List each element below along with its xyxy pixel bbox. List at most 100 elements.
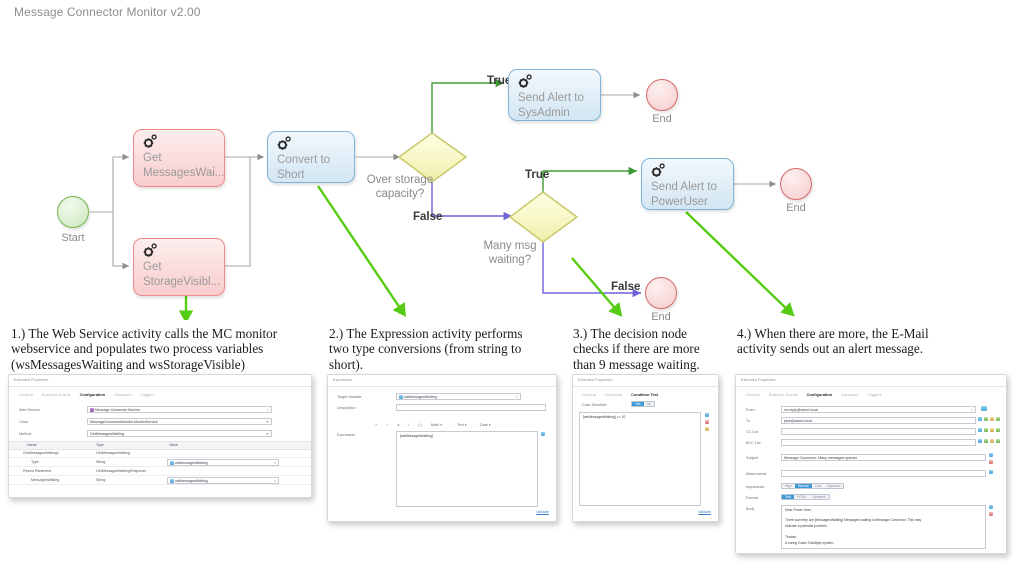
field-bcc-list[interactable] (781, 439, 976, 446)
user-picker-icon[interactable] (996, 439, 1000, 443)
node-convert-to-short[interactable]: Convert to Short (267, 131, 355, 183)
panel-web-service-properties[interactable]: Extended Properties General Business Eve… (8, 374, 312, 498)
tab-general[interactable]: General (582, 392, 596, 397)
address-book-icon[interactable] (984, 428, 988, 432)
tab-advanced[interactable]: Advanced (605, 392, 622, 397)
chevron-down-icon[interactable]: ▼ (266, 420, 269, 424)
expr-toolbar-minus[interactable]: − (386, 423, 388, 427)
panel-expression[interactable]: Expression Target Variable wsMessagesWai… (327, 374, 557, 522)
node-get-storage-visible[interactable]: Get StorageVisibl... (133, 238, 225, 296)
expr-toolbar-parens[interactable]: ( ) (418, 423, 421, 427)
function-picker-icon[interactable] (989, 460, 993, 464)
user-picker-icon[interactable] (996, 428, 1000, 432)
node-end-1[interactable] (646, 79, 678, 111)
function-picker-icon[interactable] (705, 420, 709, 424)
node-end-2[interactable] (780, 168, 812, 200)
case-sensitive-toggle[interactable]: Yes No (631, 401, 655, 407)
tab-business-events[interactable]: Business Events (769, 392, 798, 397)
body-textarea[interactable]: Dear Power User, There currently are [Me… (781, 505, 986, 549)
node-start[interactable] (57, 196, 89, 228)
variable-picker-icon[interactable] (989, 453, 993, 457)
panel1-tabs[interactable]: General Business Events Configuration Ad… (19, 392, 155, 397)
node-send-alert-poweruser[interactable]: Send Alert to PowerUser (641, 158, 734, 210)
expr-toolbar-divide[interactable]: / (408, 423, 409, 427)
clear-icon[interactable]: × (267, 408, 269, 412)
field-to[interactable]: jdoe@acme.local (781, 417, 976, 424)
format-toggle[interactable]: Text HTML Dynamic (781, 494, 830, 500)
field-target-variable[interactable]: wsMessagesWaiting × (396, 393, 521, 400)
format-dynamic[interactable]: Dynamic (809, 495, 829, 499)
field-attachments[interactable] (781, 470, 986, 477)
format-html[interactable]: HTML (794, 495, 810, 499)
cell-value-input[interactable]: wsMessagesWaiting × (167, 477, 279, 484)
clear-icon[interactable]: × (516, 395, 518, 399)
table-row[interactable] (9, 467, 311, 476)
expr-toolbar-plus[interactable]: + (375, 423, 377, 427)
chevron-down-icon[interactable]: ▼ (266, 432, 269, 436)
address-book-icon[interactable] (981, 406, 987, 411)
node-send-alert-sysadmin[interactable]: Send Alert to SysAdmin (508, 69, 601, 121)
clear-icon[interactable]: × (274, 461, 276, 465)
expression-textarea[interactable]: [wsMessagesWaiting] (396, 431, 538, 507)
node-end-3[interactable] (645, 277, 677, 309)
clear-icon[interactable]: × (274, 479, 276, 483)
validate-link[interactable]: Validate (536, 510, 549, 514)
format-text[interactable]: Text (782, 495, 795, 499)
field-value: MessageConnectorMonitor.MonitorService (90, 420, 158, 425)
list-picker-icon[interactable] (705, 427, 709, 431)
clear-icon[interactable]: × (971, 408, 973, 412)
toggle-yes[interactable]: Yes (632, 402, 644, 406)
expr-toolbar-math[interactable]: Math ▾ (431, 423, 442, 427)
validate-link[interactable]: Validate (698, 510, 711, 514)
group-picker-icon[interactable] (990, 428, 994, 432)
tab-general[interactable]: General (19, 392, 33, 397)
importance-normal[interactable]: Normal (794, 484, 812, 488)
panel-email-properties[interactable]: Extended Properties General Business Eve… (735, 374, 1007, 554)
group-picker-icon[interactable] (990, 439, 994, 443)
address-book-icon[interactable] (984, 439, 988, 443)
field-description[interactable] (396, 404, 546, 411)
importance-dynamic[interactable]: Dynamic (824, 484, 844, 488)
tab-general[interactable]: General (746, 392, 760, 397)
field-subject[interactable]: Message Connector: Many messages queued (781, 454, 986, 461)
panel-condition-text[interactable]: Extended Properties General Advanced Con… (572, 374, 719, 522)
tab-triggers[interactable]: Triggers (867, 392, 881, 397)
variable-picker-icon[interactable] (978, 428, 982, 432)
field-class[interactable]: MessageConnectorMonitor.MonitorService ▼ (87, 418, 272, 425)
address-book-icon[interactable] (984, 417, 988, 421)
panel4-tabs[interactable]: General Business Events Configuration Ad… (746, 392, 882, 397)
decision-many-msg[interactable] (508, 191, 579, 243)
node-get-messages-waiting[interactable]: Get MessagesWai... (133, 129, 225, 187)
field-value: Message Connector Monitor (95, 408, 141, 413)
variable-picker-icon[interactable] (978, 439, 982, 443)
group-picker-icon[interactable] (990, 417, 994, 421)
user-picker-icon[interactable] (996, 417, 1000, 421)
tab-advanced[interactable]: Advanced (114, 392, 131, 397)
tab-configuration[interactable]: Configuration (807, 392, 833, 397)
condition-textarea[interactable]: [wsMessagesWaiting] >= 10 (579, 412, 701, 506)
tab-condition-text[interactable]: Condition Text (631, 392, 658, 397)
variable-picker-icon[interactable] (705, 413, 709, 417)
expr-toolbar-text[interactable]: Text ▾ (457, 423, 467, 427)
tab-business-events[interactable]: Business Events (42, 392, 71, 397)
expr-toolbar-date[interactable]: Date ▾ (480, 423, 491, 427)
variable-picker-icon[interactable] (541, 432, 545, 436)
field-cc-list[interactable] (781, 428, 976, 435)
field-from[interactable]: no-reply@acme.local × (781, 406, 976, 413)
function-picker-icon[interactable] (989, 512, 993, 516)
panel3-tabs[interactable]: General Advanced Condition Text (582, 392, 658, 397)
cell-value-input[interactable]: wsMessagesWaiting × (167, 459, 279, 466)
tab-configuration[interactable]: Configuration (80, 392, 106, 397)
importance-toggle[interactable]: High Normal Low Dynamic (781, 483, 845, 489)
tab-advanced[interactable]: Advanced (841, 392, 858, 397)
variable-picker-icon[interactable] (989, 470, 993, 474)
expr-toolbar-times[interactable]: ∗ (397, 423, 400, 427)
field-method[interactable]: GetMessagesWaiting ▼ (87, 430, 272, 437)
variable-picker-icon[interactable] (978, 417, 982, 421)
importance-high[interactable]: High (782, 484, 795, 488)
importance-low[interactable]: Low (811, 484, 825, 488)
toggle-no[interactable]: No (643, 402, 654, 406)
field-web-service[interactable]: Message Connector Monitor × (87, 406, 272, 413)
variable-picker-icon[interactable] (989, 505, 993, 509)
tab-triggers[interactable]: Triggers (140, 392, 154, 397)
